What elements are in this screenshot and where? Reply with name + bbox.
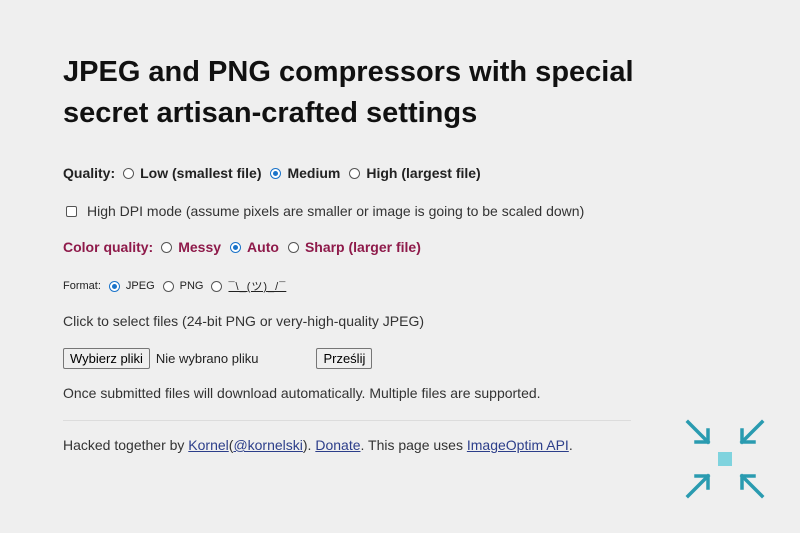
format-row: Format: JPEG PNG ¯\_(ツ)_/¯ bbox=[63, 278, 294, 294]
quality-medium-radio[interactable] bbox=[270, 167, 282, 179]
file-input-row: Wybierz pliki Nie wybrano pliku Prześlij bbox=[63, 348, 373, 369]
format-shrug-label[interactable]: ¯\_(ツ)_/¯ bbox=[228, 278, 286, 294]
format-auto-radio[interactable] bbox=[211, 280, 223, 292]
format-jpeg-label[interactable]: JPEG bbox=[126, 280, 155, 292]
quality-high-radio[interactable] bbox=[349, 167, 361, 179]
footer: Hacked together by Kornel (@kornelski). … bbox=[63, 437, 573, 453]
handle-link[interactable]: @kornelski bbox=[233, 437, 302, 453]
color-messy-label[interactable]: Messy bbox=[178, 239, 221, 255]
color-quality-row: Color quality: Messy Auto Sharp (larger … bbox=[63, 239, 430, 255]
page-title: JPEG and PNG compressors with special se… bbox=[63, 56, 634, 129]
footer-prefix: Hacked together by bbox=[63, 437, 185, 453]
quality-row: Quality: Low (smallest file) Medium High… bbox=[63, 165, 490, 181]
quality-medium-label[interactable]: Medium bbox=[287, 165, 340, 181]
file-status: Nie wybrano pliku bbox=[155, 351, 259, 366]
donate-link[interactable]: Donate bbox=[315, 437, 360, 453]
submit-button[interactable]: Prześlij bbox=[316, 348, 373, 369]
color-sharp-label[interactable]: Sharp (larger file) bbox=[305, 239, 421, 255]
quality-high-label[interactable]: High (largest file) bbox=[366, 165, 480, 181]
quality-low-label[interactable]: Low (smallest file) bbox=[140, 165, 261, 181]
dpi-row: High DPI mode (assume pixels are smaller… bbox=[66, 203, 584, 219]
footer-end: . bbox=[568, 437, 573, 453]
format-label: Format: bbox=[63, 280, 101, 292]
high-dpi-checkbox[interactable] bbox=[66, 205, 77, 217]
compress-arrows-icon bbox=[685, 419, 765, 499]
divider bbox=[63, 420, 631, 421]
footer-paren-close: ). bbox=[302, 437, 312, 453]
footer-middle: . This page uses bbox=[360, 437, 463, 453]
api-link[interactable]: ImageOptim API bbox=[467, 437, 569, 453]
choose-files-button[interactable]: Wybierz pliki bbox=[63, 348, 150, 369]
color-quality-label: Color quality: bbox=[63, 239, 154, 255]
format-png-radio[interactable] bbox=[162, 280, 174, 292]
color-auto-radio[interactable] bbox=[230, 241, 242, 253]
color-sharp-radio[interactable] bbox=[287, 241, 299, 253]
quality-low-radio[interactable] bbox=[123, 167, 135, 179]
quality-label: Quality: bbox=[63, 165, 116, 181]
color-messy-radio[interactable] bbox=[161, 241, 173, 253]
format-jpeg-radio[interactable] bbox=[108, 280, 120, 292]
high-dpi-label[interactable]: High DPI mode (assume pixels are smaller… bbox=[87, 203, 584, 219]
select-files-text: Click to select files (24-bit PNG or ver… bbox=[63, 313, 424, 329]
download-note: Once submitted files will download autom… bbox=[63, 385, 541, 401]
color-auto-label[interactable]: Auto bbox=[247, 239, 279, 255]
format-png-label[interactable]: PNG bbox=[180, 280, 204, 292]
author-link[interactable]: Kornel bbox=[188, 437, 228, 453]
